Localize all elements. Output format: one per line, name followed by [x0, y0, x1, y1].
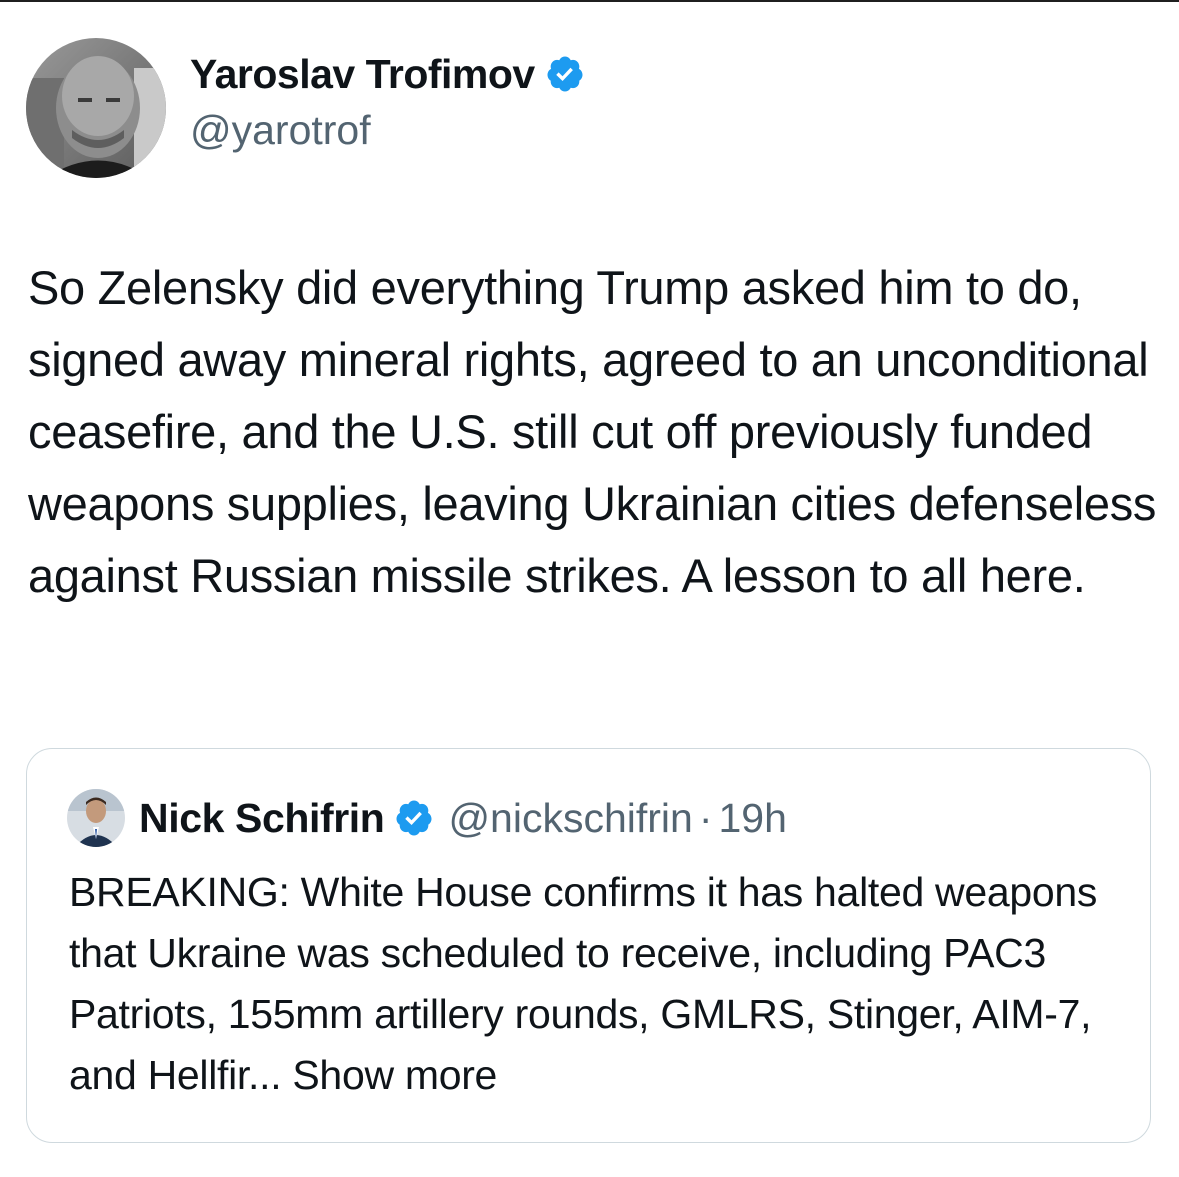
author-display-name[interactable]: Yaroslav Trofimov — [190, 50, 535, 98]
tweet-text: So Zelensky did everything Trump asked h… — [28, 261, 1157, 602]
quoted-author-display-name[interactable]: Nick Schifrin — [139, 795, 385, 842]
author-avatar[interactable] — [26, 38, 166, 178]
quoted-author-avatar[interactable] — [67, 789, 125, 847]
quoted-separator-dot: · — [698, 794, 713, 841]
quoted-verified-badge-icon — [396, 800, 432, 836]
show-more-link[interactable]: Show more — [292, 1052, 497, 1098]
quoted-tweet-card[interactable]: Nick Schifrin @nickschifrin · 19h BREAKI… — [26, 748, 1151, 1143]
tweet-card: Yaroslav Trofimov @yarotrof So Zelensky … — [0, 0, 1179, 1177]
quoted-author-handle[interactable]: @nickschifrin — [448, 795, 692, 842]
quoted-timestamp[interactable]: 19h — [719, 795, 787, 842]
author-handle[interactable]: @yarotrof — [190, 104, 585, 156]
quoted-tweet-text: BREAKING: White House confirms it has ha… — [69, 862, 1129, 1106]
quoted-tweet-header: Nick Schifrin @nickschifrin · 19h — [67, 789, 787, 847]
verified-badge-icon — [547, 56, 583, 92]
author-name-row: Yaroslav Trofimov — [190, 50, 585, 98]
author-names: Yaroslav Trofimov @yarotrof — [190, 50, 585, 156]
tweet-header: Yaroslav Trofimov @yarotrof — [26, 38, 585, 178]
quoted-tweet-body: BREAKING: White House confirms it has ha… — [69, 869, 1098, 1098]
